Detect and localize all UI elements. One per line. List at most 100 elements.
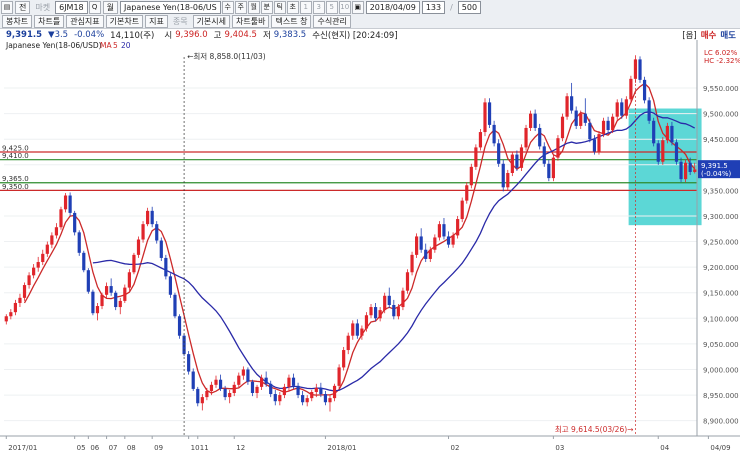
candle-body xyxy=(255,386,259,394)
candle-body xyxy=(323,394,328,403)
candle-body xyxy=(424,249,428,259)
candle-body xyxy=(369,307,373,316)
candle xyxy=(127,269,131,291)
candle xyxy=(465,182,469,204)
x-tick-label: 07 xyxy=(109,444,118,452)
level-label: 9,350.0 xyxy=(2,183,29,191)
candle-body xyxy=(109,286,113,293)
tb1-item-7[interactable]: 수 xyxy=(221,0,234,14)
tb1-item-2[interactable]: 마켓 xyxy=(32,2,53,13)
tb1-item-10[interactable]: 분 xyxy=(260,0,273,14)
tb2-item-5[interactable]: 종목 xyxy=(170,16,191,27)
low-label: 저 xyxy=(262,30,271,41)
tb2-item-0[interactable]: 봉차트 xyxy=(2,14,33,28)
candle-body xyxy=(460,200,464,220)
y-tick-label: 9,150.000 xyxy=(703,290,739,298)
candle xyxy=(415,233,419,258)
candle-body xyxy=(45,244,49,254)
candle-body xyxy=(474,147,478,167)
tb1-item-3[interactable]: 6JM18 xyxy=(55,0,88,14)
tb1-item-15[interactable]: 5 xyxy=(325,0,338,14)
buy-button[interactable]: 매수 xyxy=(701,29,717,41)
candlestick-chart[interactable]: 9,425.09,410.09,365.09,350.0 8,900.0008,… xyxy=(0,40,740,460)
candle xyxy=(86,268,90,294)
tb1-item-13[interactable]: 1 xyxy=(299,0,312,14)
tb1-item-5[interactable]: 월 xyxy=(102,0,119,14)
tb2-item-8[interactable]: 텍스트 창 xyxy=(271,14,312,28)
tb1-item-9[interactable]: 월 xyxy=(247,0,260,14)
candle xyxy=(469,163,473,189)
candle-body xyxy=(670,125,674,143)
candle-body xyxy=(642,79,647,101)
tb1-item-0[interactable]: ▤ xyxy=(1,0,13,14)
current-change-text: (-0.04%) xyxy=(701,170,731,178)
candle xyxy=(656,140,660,165)
tb1-item-17[interactable]: ▣ xyxy=(351,0,364,14)
candle-body xyxy=(574,110,578,126)
tb1-item-6[interactable]: Japanese Yen(18-06/US xyxy=(120,0,221,14)
candle-body xyxy=(86,270,90,292)
candle-body xyxy=(32,267,36,276)
candle xyxy=(551,154,555,182)
tb1-item-8[interactable]: 주 xyxy=(234,0,247,14)
candle-body xyxy=(50,235,54,245)
candle-body xyxy=(405,272,410,291)
candle-body xyxy=(173,294,177,317)
candle-body xyxy=(346,335,350,351)
candle-body xyxy=(415,236,419,255)
tb2-item-6[interactable]: 기본시세 xyxy=(192,14,231,28)
candle-body xyxy=(82,252,86,271)
candle-body xyxy=(497,143,501,164)
tb1-item-12[interactable]: 초 xyxy=(286,0,299,14)
tb1-item-1[interactable]: 전 xyxy=(15,0,31,14)
quote-change: ▼3.5 xyxy=(48,29,69,40)
candle-body xyxy=(483,102,487,133)
high-label: 고 xyxy=(213,30,222,41)
candle-body xyxy=(638,59,642,80)
y-tick-label: 8,950.000 xyxy=(703,392,739,400)
sell-button[interactable]: 매도 xyxy=(720,29,736,41)
tb2-item-9[interactable]: 수식관리 xyxy=(313,14,351,28)
candle-body xyxy=(332,385,337,399)
candle-body xyxy=(296,385,300,396)
candle-body xyxy=(528,113,533,128)
candle-body xyxy=(624,99,628,116)
tb1-item-16[interactable]: 10 xyxy=(338,0,351,14)
tb1-item-4[interactable]: Q xyxy=(88,0,101,14)
candle-body xyxy=(155,224,159,241)
tb1-item-18[interactable]: 2018/04/09 xyxy=(365,0,420,14)
tb1-item-21[interactable]: 500 xyxy=(457,0,482,14)
tb2-item-3[interactable]: 기본차트 xyxy=(105,14,144,28)
tb1-item-19[interactable]: 133 xyxy=(421,0,446,14)
candle-body xyxy=(305,398,309,403)
candle-body xyxy=(63,195,68,210)
x-tick-label: 04/09 xyxy=(710,444,730,452)
tb2-item-7[interactable]: 차트툴바 xyxy=(232,14,270,28)
tb1-item-20[interactable]: / xyxy=(447,2,456,13)
options-menu[interactable]: [옵] xyxy=(682,29,696,41)
x-tick-label: 08 xyxy=(127,444,136,452)
candle-body xyxy=(551,157,555,179)
candle-body xyxy=(214,379,218,385)
candle-body xyxy=(132,254,136,273)
y-tick-label: 9,550.000 xyxy=(703,85,739,93)
tb2-item-2[interactable]: 관심지표 xyxy=(66,14,104,28)
candle xyxy=(642,76,647,104)
candle-body xyxy=(547,163,551,179)
candle-body xyxy=(159,240,163,258)
candle-body xyxy=(410,254,414,273)
candle xyxy=(524,124,528,151)
x-tick-label: 02 xyxy=(451,444,460,452)
tb1-item-11[interactable]: 틱 xyxy=(273,0,286,14)
x-tick-label: 10 xyxy=(191,444,200,452)
high-annotation: 최고 9,614.5(03/26)→ xyxy=(555,424,634,434)
quote-price: 9,391.5 xyxy=(6,29,43,40)
candle-body xyxy=(9,312,13,317)
candle-body xyxy=(620,102,624,116)
candle-body xyxy=(684,162,688,180)
tb2-item-1[interactable]: 차트틀 xyxy=(34,14,65,28)
candle-body xyxy=(22,285,27,298)
tb2-item-4[interactable]: 지표 xyxy=(145,14,168,28)
candle-body xyxy=(246,369,250,382)
tb1-item-14[interactable]: 3 xyxy=(312,0,325,14)
